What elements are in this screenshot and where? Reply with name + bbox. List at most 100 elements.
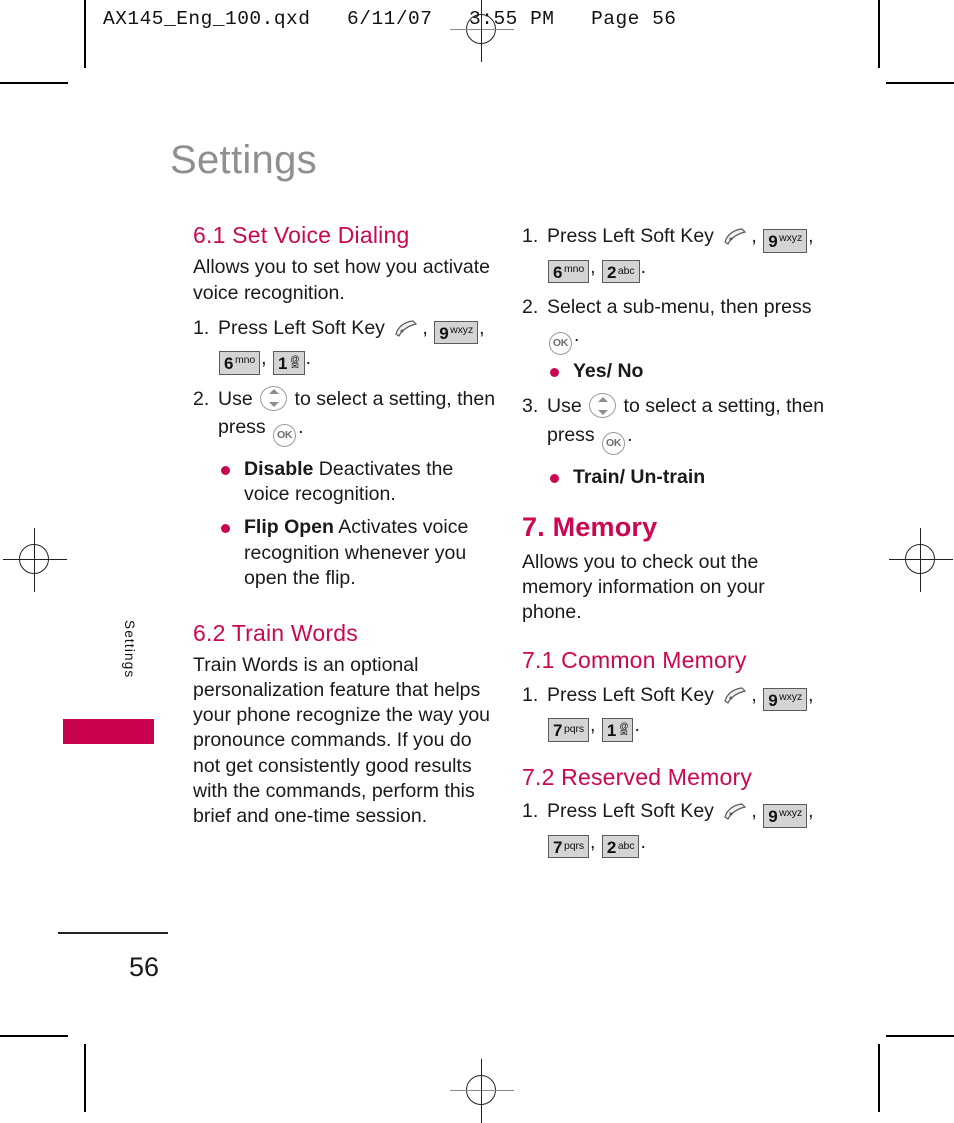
- footer-rule: [58, 932, 168, 934]
- step-number: 2.: [522, 296, 539, 318]
- page-number: 56: [129, 952, 160, 982]
- step-6-2-3: 3. Use to select a setting, then press OK…: [522, 392, 827, 455]
- keypad-key-9: 9 wxyz: [763, 804, 808, 828]
- bullet-train-untrain: Train/ Un-train: [548, 465, 827, 490]
- intro-6-1: Allows you to set how you activate voice…: [193, 256, 490, 304]
- at-envelope-icon: @ ✉: [619, 721, 629, 739]
- registration-mark-top: [450, 0, 514, 62]
- page-title: Settings: [170, 138, 317, 182]
- crop-mark-bottom-right-h: [886, 1035, 954, 1037]
- key-letters: wxyz: [779, 807, 803, 820]
- left-soft-key-icon: [722, 802, 748, 822]
- key-letters: abc: [617, 264, 635, 277]
- step-7-2-1: 1. Press Left Soft Key , 9 wxyz, 7 pqrs, 2a…: [522, 797, 827, 859]
- ok-key-icon: OK: [602, 431, 626, 455]
- step-text-a: Use: [218, 387, 253, 410]
- side-tab-marker: [63, 719, 154, 744]
- keypad-key-9: 9 wxyz: [763, 229, 808, 253]
- bullet-term: Disable: [244, 457, 314, 480]
- key-digit: 6: [553, 262, 563, 282]
- body-6-2: Train Words is an optional personalizati…: [193, 653, 491, 827]
- key-digit: 2: [606, 262, 617, 282]
- step-6-2-1: 1. Press Left Soft Key , 9 wxyz, 6 mno, 2 ab…: [522, 222, 827, 283]
- key-digit: 2: [606, 837, 617, 857]
- ok-key-icon: OK: [273, 423, 297, 447]
- nav-up-down-icon: [589, 393, 617, 419]
- nav-up-down-icon: [260, 385, 288, 411]
- key-digit: 7: [553, 837, 563, 857]
- key-letters: mno: [234, 354, 256, 367]
- crop-mark-bottom-right-v: [878, 1044, 880, 1112]
- step-number: 1.: [522, 225, 539, 247]
- keypad-key-9: 9 wxyz: [763, 687, 808, 712]
- step-number: 1.: [522, 683, 539, 706]
- left-soft-key-icon: [722, 227, 748, 247]
- bullet-term: Flip Open: [244, 516, 334, 539]
- key-letters: wxyz: [450, 323, 474, 336]
- key-digit: 9: [768, 807, 778, 827]
- keypad-key-6: 6 mno: [548, 259, 590, 283]
- registration-mark-right: [889, 528, 953, 592]
- step-6-2-2: 2. Select a sub-menu, then press OK.: [522, 293, 827, 356]
- key-digit: 6: [224, 354, 234, 374]
- keypad-key-6: 6 mno: [219, 351, 261, 375]
- left-column: 6.1 Set Voice Dialing Allows you to set …: [193, 222, 498, 837]
- print-header: AX145_Eng_100.qxd 6/11/07 3:55 PM Page 5…: [103, 8, 677, 30]
- intro-7: Allows you to check out the memory infor…: [522, 550, 765, 624]
- step-6-1-2: 2. Use to select a setting, then press OK…: [193, 385, 498, 447]
- keypad-key-2: 2 abc: [601, 834, 640, 859]
- heading-7-1: 7.1 Common Memory: [522, 647, 747, 674]
- keypad-key-7: 7 pqrs: [548, 834, 589, 859]
- crop-mark-bottom-left-v: [84, 1044, 86, 1112]
- key-digit: 9: [768, 232, 778, 251]
- step-lead-text: Press Left Soft Key: [547, 800, 714, 823]
- step-number: 1.: [522, 800, 539, 823]
- step-number: 3.: [522, 395, 539, 418]
- step-lead-text: Press Left Soft Key: [547, 225, 714, 247]
- key-letters: pqrs: [563, 839, 584, 852]
- crop-mark-top-left-h: [0, 82, 68, 84]
- keypad-key-2: 2 abc: [601, 259, 640, 283]
- crop-mark-top-right-v: [878, 0, 880, 68]
- at-envelope-icon: @ ✉: [290, 354, 300, 372]
- key-letters: pqrs: [563, 723, 584, 736]
- bullet-disable: Disable Deactivates the voice recognitio…: [219, 457, 498, 508]
- left-soft-key-icon: [722, 686, 748, 706]
- heading-6-2: 6.2 Train Words: [193, 619, 358, 646]
- step-6-1-1: 1. Press Left Soft Key , 9 wxyz, 6 mno, 1 @ ✉…: [193, 314, 498, 375]
- key-letters: mno: [563, 262, 585, 275]
- bullet-yes-no: Yes/ No: [548, 359, 827, 384]
- key-digit: 9: [768, 690, 778, 710]
- keypad-key-9: 9 wxyz: [434, 320, 479, 345]
- heading-7-2: 7.2 Reserved Memory: [522, 763, 753, 790]
- key-letters: wxyz: [779, 690, 803, 703]
- heading-6-1: 6.1 Set Voice Dialing: [193, 222, 410, 248]
- keypad-key-1: 1 @ ✉: [601, 718, 634, 742]
- crop-mark-top-left-v: [84, 0, 86, 68]
- ok-key-icon: OK: [549, 332, 572, 356]
- step-lead-text: Press Left Soft Key: [218, 316, 385, 339]
- keypad-key-1: 1 @ ✉: [272, 351, 305, 375]
- left-soft-key-icon: [393, 319, 419, 339]
- side-tab-label: Settings: [122, 620, 137, 679]
- key-digit: 9: [439, 323, 449, 343]
- step-number: 1.: [193, 316, 210, 339]
- registration-mark-left: [3, 528, 67, 592]
- key-letters: wxyz: [779, 232, 803, 244]
- key-digit: 1: [606, 721, 617, 741]
- right-column: 1. Press Left Soft Key , 9 wxyz, 6 mno, 2 ab…: [522, 222, 827, 868]
- keypad-key-7: 7 pqrs: [548, 718, 589, 742]
- bullet-flip-open: Flip Open Activates voice recognition wh…: [219, 515, 498, 591]
- heading-7: 7. Memory: [522, 511, 658, 542]
- registration-mark-bottom: [450, 1059, 514, 1123]
- step-number: 2.: [193, 387, 210, 410]
- crop-mark-top-right-h: [886, 82, 954, 84]
- step-lead-text: Press Left Soft Key: [547, 683, 714, 706]
- step-text-a: Use: [547, 395, 582, 418]
- step-7-1-1: 1. Press Left Soft Key , 9 wxyz, 7 pqrs, 1 @…: [522, 681, 827, 742]
- key-digit: 1: [277, 354, 288, 374]
- key-digit: 7: [553, 721, 563, 741]
- crop-mark-bottom-left-h: [0, 1035, 68, 1037]
- key-letters: abc: [617, 839, 635, 852]
- step-text: Select a sub-menu, then press: [547, 296, 812, 318]
